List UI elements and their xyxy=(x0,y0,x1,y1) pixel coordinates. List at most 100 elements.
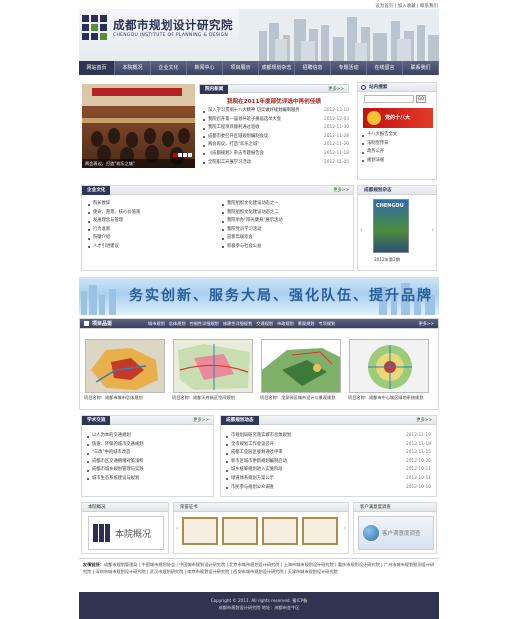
certificate-1[interactable] xyxy=(182,517,218,545)
list-item-text[interactable]: 我院举办"阳光健身"展示活动 xyxy=(227,218,283,223)
project-thumb-3[interactable] xyxy=(261,339,341,393)
nav-item[interactable]: 项目展示 xyxy=(223,61,259,75)
list-item[interactable]: 我院工程项目顺利通过验收 2012-11-30 xyxy=(203,124,349,133)
news-title[interactable]: 院内新闻 xyxy=(200,85,229,94)
list-item[interactable]: 我院组织文化建设动态之一 xyxy=(222,200,350,209)
slide-dots[interactable] xyxy=(173,153,192,157)
list-item-text[interactable]: 两会再议，打造"欢乐之城" xyxy=(208,142,259,147)
friend-links-text[interactable]: 成都市规划管理局 | 中国城市规划协会 | 中国城市规划设计研究院 | 北京市城… xyxy=(83,562,434,574)
list-item-text[interactable]: "三改"中的城市改造 xyxy=(92,450,130,455)
culture-more-link[interactable]: 更多>> xyxy=(333,187,349,195)
dynamics-more-link[interactable]: 更多>> xyxy=(416,417,432,425)
nav-item[interactable]: 在线留言 xyxy=(367,61,403,75)
list-item-text[interactable]: 绿道体系规划方案公示 xyxy=(231,476,274,481)
photo-caption[interactable]: 两会再议，打造"欢乐之城" xyxy=(85,160,135,167)
list-item-text[interactable]: 十八大报告全文 xyxy=(367,132,397,137)
search-go-button[interactable]: GO xyxy=(416,95,426,103)
list-item-text[interactable]: 市规划局研究落实城市总体规划 xyxy=(231,433,291,438)
intro-title[interactable]: 本院概况 xyxy=(88,503,106,512)
news-headline[interactable]: 我院在2011年度部优评选中再创佳绩 xyxy=(199,97,349,105)
list-item-text[interactable]: 人才引进建议 xyxy=(93,244,119,249)
study-title[interactable]: 学术交流 xyxy=(82,416,111,425)
project-thumb-1[interactable] xyxy=(85,339,165,393)
list-item-text[interactable]: 院徽介绍 xyxy=(93,235,110,240)
list-item-text[interactable]: 我院党员学习活动 xyxy=(227,227,261,232)
party-banner[interactable]: 党的十八大 xyxy=(363,108,433,128)
nav-item[interactable]: 网站首页 xyxy=(79,61,115,75)
list-item[interactable]: 使命、愿景、核心价值观 xyxy=(88,209,213,218)
list-item-text[interactable]: 法制宣传日 xyxy=(367,141,388,146)
magazine-issue[interactable]: 2012年第2期 xyxy=(374,257,400,263)
list-item[interactable]: 全市规划工作会议召开 2012-11-18 xyxy=(226,441,431,450)
list-item[interactable]: 市民参与规划公众调查 2012-10-10 xyxy=(226,484,431,493)
list-item[interactable]: 以人为本的交通规划 xyxy=(87,432,208,441)
news-more-link[interactable]: 更多>> xyxy=(328,86,344,94)
magazine-cover[interactable]: CHENGDU xyxy=(373,199,409,253)
list-item-text[interactable]: 使命、愿景、核心价值观 xyxy=(93,210,140,215)
project-caption-1[interactable]: 项目名称：成都市城市总体规划 xyxy=(84,395,168,401)
project-tab[interactable]: 专项规划 xyxy=(318,319,335,329)
list-item[interactable]: 成都市区交通拥堵对策浅析 xyxy=(87,458,208,467)
list-item[interactable]: 我院党员学习活动 xyxy=(222,226,350,235)
list-item-text[interactable]: 行为准则 xyxy=(93,227,110,232)
list-item[interactable]: 积极参与社会公益 xyxy=(222,243,350,252)
cert-prev-arrow[interactable]: ‹ xyxy=(176,525,178,532)
list-item-text[interactable]: 成都市委召开区域规划编制会议 xyxy=(208,134,268,139)
list-item-text[interactable]: 全市规划工作会议召开 xyxy=(231,442,274,447)
list-item[interactable]: 行为准则 xyxy=(88,226,213,235)
list-item-text[interactable]: 以人为本的交通规划 xyxy=(92,433,131,438)
cert-title[interactable]: 荣誉证书 xyxy=(180,503,198,512)
list-item[interactable]: 法制宣传日 xyxy=(362,140,434,149)
list-item[interactable]: 院徽介绍 xyxy=(88,234,213,243)
list-item-text[interactable]: 政务公开 xyxy=(367,149,384,154)
list-item[interactable]: 《成都规划》杂志专题报告会 2012-11-18 xyxy=(203,150,349,159)
list-item-text[interactable]: 成都市区交通拥堵对策浅析 xyxy=(92,459,144,464)
project-thumb-2[interactable] xyxy=(173,339,253,393)
projects-title[interactable]: 项目品鉴 xyxy=(92,319,112,329)
study-more-link[interactable]: 更多>> xyxy=(193,417,209,425)
list-item[interactable]: 城市生态系统建设与规划 xyxy=(87,475,208,484)
projects-more-link[interactable]: 更多>> xyxy=(419,319,434,329)
project-tab[interactable]: 控制性详细规划 xyxy=(190,319,219,329)
list-item-text[interactable]: 迎新年联欢会 xyxy=(227,235,253,240)
list-item[interactable]: 我院组织文化建设动态之二 xyxy=(222,209,350,218)
news-photo[interactable]: 两会再议，打造"欢乐之城" xyxy=(82,84,195,168)
dynamics-title[interactable]: 成都规划动态 xyxy=(221,416,259,425)
list-item[interactable]: 我院召开第一届领导班子换届选举大会 2012-12-03 xyxy=(203,116,349,125)
project-tab[interactable]: 交通规划 xyxy=(256,319,273,329)
nav-item[interactable]: 本院概况 xyxy=(115,61,151,75)
project-tab[interactable]: 城市规划 xyxy=(148,319,165,329)
list-item-text[interactable]: 深入学习贯彻十八大精神 切实做好规划编制服务 xyxy=(208,108,300,113)
list-item[interactable]: "三改"中的城市改造 xyxy=(87,449,208,458)
list-item-text[interactable]: 院长致辞 xyxy=(93,201,110,206)
nav-item[interactable]: 联系我们 xyxy=(403,61,439,75)
list-item[interactable]: 规划法规 xyxy=(362,157,434,166)
culture-title[interactable]: 企业文化 xyxy=(82,186,111,195)
project-tab[interactable]: 修建性详细规划 xyxy=(223,319,252,329)
intro-block[interactable]: 本院概况 xyxy=(88,516,164,550)
list-item[interactable]: 院长致辞 xyxy=(88,200,213,209)
list-item-text[interactable]: 我院召开第一届领导班子换届选举大会 xyxy=(208,117,281,122)
list-item-text[interactable]: 我院组织文化建设动态之二 xyxy=(227,210,279,215)
nav-item[interactable]: 企业文化 xyxy=(151,61,187,75)
list-item-text[interactable]: 我院组织文化建设动态之一 xyxy=(227,201,279,206)
list-item-text[interactable]: 成都市城乡规划管理与实践 xyxy=(92,467,144,472)
survey-block[interactable]: 客户满意度调查 xyxy=(358,516,434,550)
list-item[interactable]: 城乡统筹规划进入实施阶段 2012-10-11 xyxy=(226,466,431,475)
project-caption-4[interactable]: 项目名称：成都市中心城区绿地系统规划 xyxy=(348,395,432,401)
search-input[interactable] xyxy=(364,95,414,103)
nav-item[interactable]: 新闻中心 xyxy=(187,61,223,75)
list-item[interactable]: 绿道体系规划方案公示 2012-10-11 xyxy=(226,475,431,484)
magazine-title[interactable]: 成都规划杂志 xyxy=(364,186,392,195)
list-item-text[interactable]: 规划法规 xyxy=(367,158,384,163)
cert-next-arrow[interactable]: › xyxy=(344,525,346,532)
list-item[interactable]: 十八大报告全文 xyxy=(362,131,434,140)
list-item-text[interactable]: 我院工程项目顺利通过验收 xyxy=(208,125,260,130)
certificate-2[interactable] xyxy=(222,517,258,545)
list-item[interactable]: 新市区城市更新规划编制启动 2012-10-26 xyxy=(226,458,431,467)
list-item-text[interactable]: 新市区城市更新规划编制启动 xyxy=(231,459,287,464)
list-item[interactable]: 成都市委召开区域规划编制会议 2012-11-28 xyxy=(203,133,349,142)
survey-title[interactable]: 客户满意度调查 xyxy=(360,503,391,512)
list-item[interactable]: 成都市城乡规划管理与实践 xyxy=(87,466,208,475)
list-item[interactable]: 两会再议，打造"欢乐之城" 2012-11-20 xyxy=(203,141,349,150)
